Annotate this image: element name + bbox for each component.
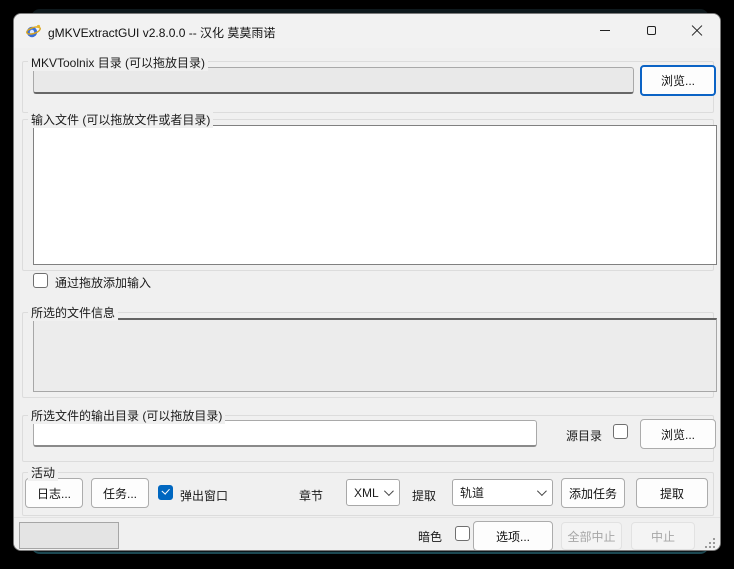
window-title: gMKVExtractGUI v2.8.0.0 -- 汉化 莫莫雨诺 bbox=[48, 24, 275, 41]
close-icon bbox=[691, 25, 703, 37]
jobs-button[interactable]: 任务... bbox=[91, 478, 149, 508]
popup-window-label: 弹出窗口 bbox=[180, 487, 228, 504]
log-button[interactable]: 日志... bbox=[25, 478, 83, 508]
abort-button[interactable]: 中止 bbox=[631, 522, 695, 550]
output-dir-group-label: 所选文件的输出目录 (可以拖放目录) bbox=[28, 407, 225, 424]
check-icon bbox=[161, 486, 169, 494]
output-dir-browse-button[interactable]: 浏览... bbox=[640, 419, 716, 449]
minimize-button[interactable] bbox=[582, 14, 628, 47]
add-by-dragdrop-checkbox[interactable] bbox=[33, 273, 48, 288]
screen: gMKVExtractGUI v2.8.0.0 -- 汉化 莫莫雨诺 MKVTo… bbox=[0, 0, 734, 569]
chapter-format-value: XML bbox=[354, 486, 379, 500]
titlebar[interactable]: gMKVExtractGUI v2.8.0.0 -- 汉化 莫莫雨诺 bbox=[14, 14, 720, 48]
extract-button[interactable]: 提取 bbox=[636, 478, 708, 508]
abort-all-button[interactable]: 全部中止 bbox=[561, 522, 622, 550]
extract-mode-select[interactable]: 轨道 bbox=[452, 479, 553, 506]
extract-mode-value: 轨道 bbox=[460, 484, 484, 501]
dark-mode-checkbox[interactable] bbox=[455, 526, 470, 541]
chevron-down-icon bbox=[384, 486, 394, 496]
dark-mode-label: 暗色 bbox=[418, 528, 442, 545]
app-window: gMKVExtractGUI v2.8.0.0 -- 汉化 莫莫雨诺 MKVTo… bbox=[13, 13, 721, 551]
chevron-down-icon bbox=[537, 486, 547, 496]
mkvtoolnix-group-label: MKVToolnix 目录 (可以拖放目录) bbox=[28, 54, 208, 71]
output-dir-input[interactable] bbox=[33, 420, 537, 447]
maximize-icon bbox=[647, 26, 656, 35]
mkvtoolnix-browse-button[interactable]: 浏览... bbox=[640, 65, 716, 96]
file-info-textarea[interactable] bbox=[33, 318, 717, 392]
progress-bar bbox=[19, 522, 119, 549]
mkvtoolnix-path-input[interactable] bbox=[33, 67, 634, 94]
chapter-label: 章节 bbox=[299, 487, 323, 504]
app-icon bbox=[25, 23, 41, 39]
options-button[interactable]: 选项... bbox=[473, 521, 553, 551]
source-dir-checkbox[interactable] bbox=[613, 424, 628, 439]
resize-grip-icon[interactable] bbox=[705, 538, 715, 548]
source-dir-label: 源目录 bbox=[566, 427, 602, 444]
close-button[interactable] bbox=[674, 14, 720, 47]
maximize-button[interactable] bbox=[628, 14, 674, 47]
window-controls bbox=[582, 14, 720, 47]
status-bar: 暗色 选项... 全部中止 中止 bbox=[14, 517, 720, 551]
actions-group-label: 活动 bbox=[28, 464, 58, 481]
extract-mode-label: 提取 bbox=[412, 487, 436, 504]
popup-window-checkbox[interactable] bbox=[158, 485, 173, 500]
add-job-button[interactable]: 添加任务 bbox=[561, 478, 625, 508]
input-files-group-label: 输入文件 (可以拖放文件或者目录) bbox=[28, 111, 213, 128]
add-by-dragdrop-label: 通过拖放添加输入 bbox=[55, 274, 151, 291]
minimize-icon bbox=[600, 30, 610, 31]
file-info-group-label: 所选的文件信息 bbox=[28, 304, 118, 321]
chapter-format-select[interactable]: XML bbox=[346, 479, 400, 506]
input-files-listbox[interactable] bbox=[33, 125, 717, 265]
